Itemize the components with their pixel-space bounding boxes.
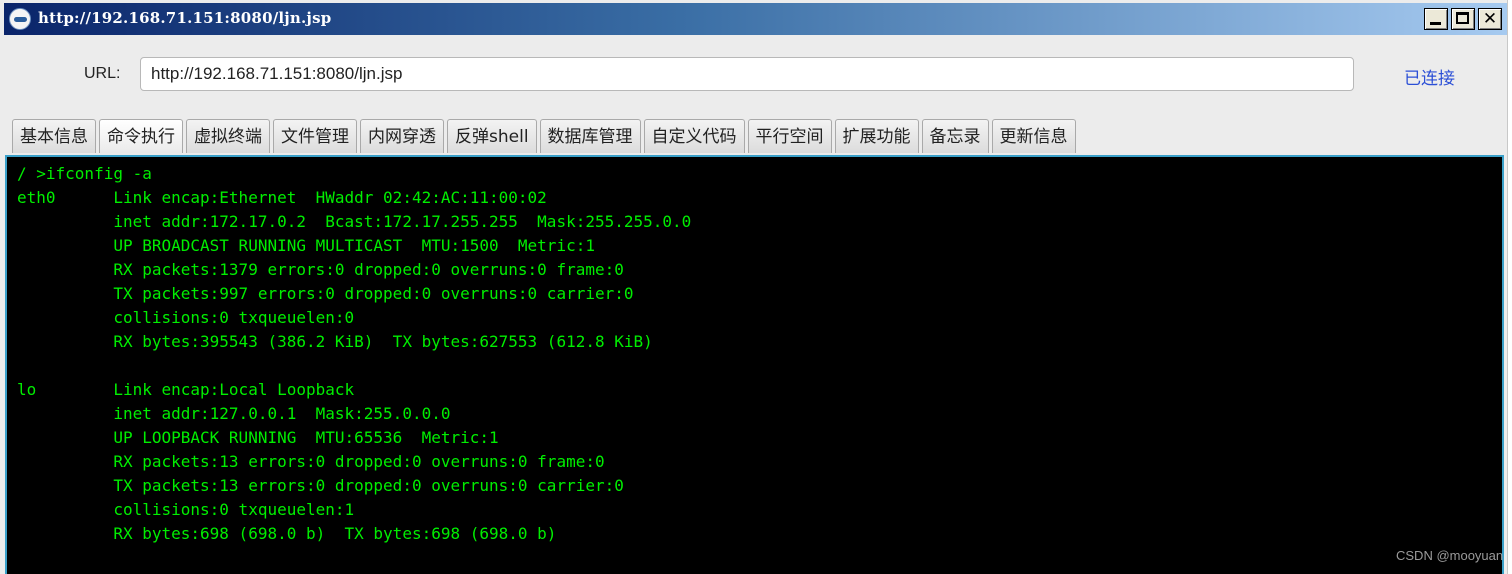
tab-virtual-terminal[interactable]: 虚拟终端 [186,119,270,153]
tab-command-exec[interactable]: 命令执行 [99,119,183,153]
terminal-line: RX packets:1379 errors:0 dropped:0 overr… [17,260,624,279]
close-icon: ✕ [1482,9,1498,29]
tab-reverse-shell[interactable]: 反弹shell [447,119,537,153]
minimize-icon [1430,22,1441,25]
watermark: CSDN @mooyuan [1396,548,1504,563]
maximize-button[interactable] [1451,8,1475,30]
terminal-line: lo Link encap:Local Loopback [17,380,355,399]
globe-icon [9,8,31,30]
terminal-line: UP LOOPBACK RUNNING MTU:65536 Metric:1 [17,428,499,447]
tab-bar: 基本信息 命令执行 虚拟终端 文件管理 内网穿透 反弹shell 数据库管理 自定义代码 平行空… [12,119,1079,155]
url-label: URL: [84,65,121,82]
terminal-line: inet addr:172.17.0.2 Bcast:172.17.255.25… [17,212,692,231]
url-input[interactable]: http://192.168.71.151:8080/ljn.jsp [140,57,1354,91]
terminal-line: UP BROADCAST RUNNING MULTICAST MTU:1500 … [17,236,595,255]
window-title: http://192.168.71.151:8080/ljn.jsp [38,9,332,27]
terminal-line: RX bytes:698 (698.0 b) TX bytes:698 (698… [17,524,557,543]
tab-memo[interactable]: 备忘录 [921,119,989,153]
tab-basic-info[interactable]: 基本信息 [12,119,96,153]
terminal-line: RX bytes:395543 (386.2 KiB) TX bytes:627… [17,332,653,351]
window-edge [1507,0,1512,574]
tab-extensions[interactable]: 扩展功能 [834,119,919,153]
tab-file-manager[interactable]: 文件管理 [273,119,357,153]
title-bar[interactable]: http://192.168.71.151:8080/ljn.jsp ✕ [4,3,1507,35]
tab-update-info[interactable]: 更新信息 [991,119,1076,153]
terminal-line: RX packets:13 errors:0 dropped:0 overrun… [17,452,605,471]
terminal-line: collisions:0 txqueuelen:0 [17,308,355,327]
url-bar: URL: http://192.168.71.151:8080/ljn.jsp … [4,35,1507,113]
tab-parallel-space[interactable]: 平行空间 [747,119,832,153]
terminal-line: / >ifconfig -a [17,164,152,183]
terminal-line: TX packets:13 errors:0 dropped:0 overrun… [17,476,624,495]
close-button[interactable]: ✕ [1478,8,1502,30]
app-window: http://192.168.71.151:8080/ljn.jsp ✕ URL… [0,0,1512,574]
terminal-output[interactable]: / >ifconfig -a eth0 Link encap:Ethernet H… [5,155,1504,574]
minimize-button[interactable] [1424,8,1448,30]
tab-custom-code[interactable]: 自定义代码 [643,119,745,153]
tab-intranet-tunnel[interactable]: 内网穿透 [360,119,444,153]
connection-status: 已连接 [1404,69,1455,89]
terminal-line: inet addr:127.0.0.1 Mask:255.0.0.0 [17,404,451,423]
terminal-line: eth0 Link encap:Ethernet HWaddr 02:42:AC… [17,188,547,207]
terminal-line: collisions:0 txqueuelen:1 [17,500,355,519]
tab-database-manager[interactable]: 数据库管理 [539,119,641,153]
terminal-text: / >ifconfig -a eth0 Link encap:Ethernet H… [17,162,691,546]
maximize-icon [1456,12,1469,24]
terminal-line: TX packets:997 errors:0 dropped:0 overru… [17,284,634,303]
